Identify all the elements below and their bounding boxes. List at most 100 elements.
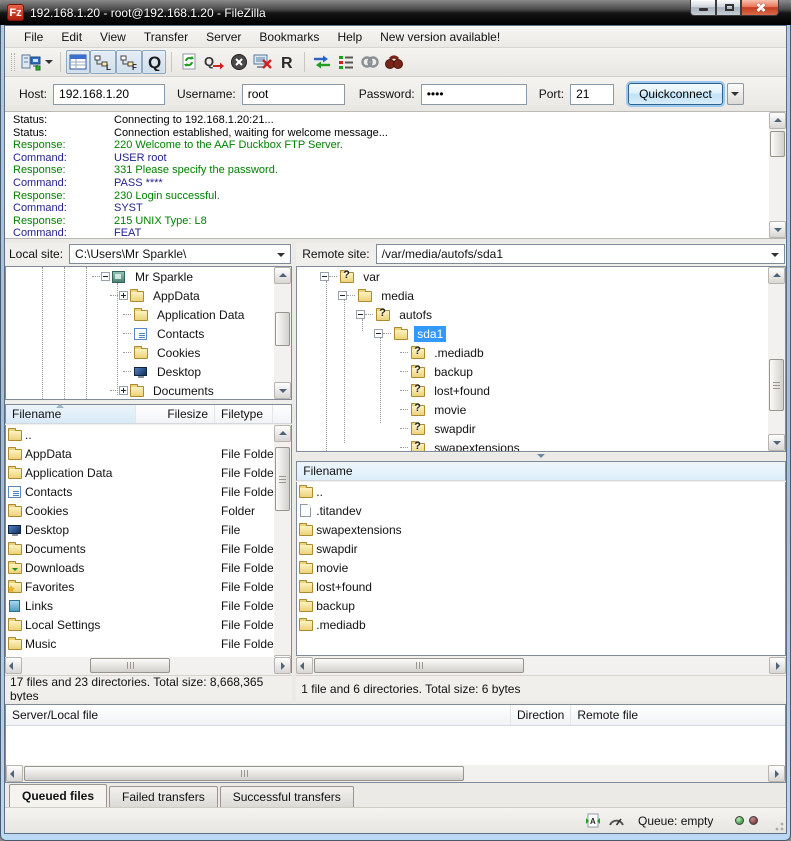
reconnect-button[interactable]: R: [275, 50, 299, 74]
collapse-icon[interactable]: [101, 272, 110, 281]
synchronized-browsing-button[interactable]: [358, 50, 382, 74]
transfer-type-icon[interactable]: A: [585, 813, 601, 829]
quickconnect-dropdown-button[interactable]: [727, 83, 744, 105]
refresh-button[interactable]: [177, 50, 201, 74]
collapse-icon[interactable]: [356, 310, 365, 319]
column-filename[interactable]: Filename: [6, 405, 136, 423]
tree-item[interactable]: AppData: [6, 286, 291, 305]
column-server-local-file[interactable]: Server/Local file: [6, 705, 511, 725]
file-row[interactable]: DownloadsFile Folder: [6, 558, 291, 577]
file-row[interactable]: MusicFile Folder: [6, 634, 291, 653]
directory-filter-button[interactable]: [334, 50, 358, 74]
file-row[interactable]: .titandev: [297, 501, 785, 520]
toggle-remote-tree-button[interactable]: F: [116, 50, 142, 74]
remote-site-combobox[interactable]: /var/media/autofs/sda1: [376, 244, 785, 264]
remote-tree-scrollbar[interactable]: [768, 267, 785, 451]
tree-item[interactable]: swapextensions: [297, 438, 785, 452]
tab-failed-transfers[interactable]: Failed transfers: [109, 786, 218, 807]
scrollbar-thumb[interactable]: [24, 766, 464, 781]
menu-edit[interactable]: Edit: [52, 28, 91, 46]
file-row[interactable]: DocumentsFile Folder: [6, 539, 291, 558]
file-row[interactable]: ..: [297, 482, 785, 501]
scrollbar-thumb[interactable]: [90, 658, 170, 673]
tab-queued-files[interactable]: Queued files: [9, 784, 107, 807]
log-scrollbar[interactable]: [769, 112, 786, 238]
menu-file[interactable]: File: [15, 28, 52, 46]
file-row[interactable]: swapextensions: [297, 520, 785, 539]
local-list-scrollbar[interactable]: [274, 425, 291, 672]
tree-item[interactable]: backup: [297, 362, 785, 381]
menu-bookmarks[interactable]: Bookmarks: [250, 28, 328, 46]
title-bar[interactable]: Fz 192.168.1.20 - root@192.168.1.20 - Fi…: [0, 0, 791, 25]
tab-successful-transfers[interactable]: Successful transfers: [220, 786, 354, 807]
host-input[interactable]: [53, 84, 165, 105]
toggle-queue-button[interactable]: Q: [142, 50, 166, 74]
queue-hscrollbar[interactable]: [6, 765, 785, 782]
tree-item[interactable]: swapdir: [297, 419, 785, 438]
tree-item[interactable]: movie: [297, 400, 785, 419]
collapse-icon[interactable]: [374, 329, 383, 338]
column-direction[interactable]: Direction: [511, 705, 571, 725]
username-input[interactable]: [242, 84, 345, 105]
resize-grip[interactable]: [772, 819, 784, 831]
local-tree-scrollbar[interactable]: [274, 267, 291, 399]
compare-directories-button[interactable]: [310, 50, 334, 74]
minimize-button[interactable]: [690, 0, 716, 16]
tree-item[interactable]: var: [297, 267, 785, 286]
menu-help[interactable]: Help: [328, 28, 371, 46]
toggle-local-tree-button[interactable]: L: [90, 50, 116, 74]
file-row[interactable]: AppDataFile Folder: [6, 444, 291, 463]
collapse-icon[interactable]: [320, 272, 329, 281]
password-input[interactable]: [421, 84, 527, 105]
scrollbar-thumb[interactable]: [770, 131, 785, 157]
tree-item[interactable]: Cookies: [6, 343, 291, 362]
scroll-down-arrow[interactable]: [769, 221, 786, 238]
file-row[interactable]: Application DataFile Folder: [6, 463, 291, 482]
column-filesize[interactable]: Filesize: [136, 405, 215, 423]
tree-item[interactable]: Documents: [6, 381, 291, 400]
file-row[interactable]: Local SettingsFile Folder: [6, 615, 291, 634]
file-row[interactable]: lost+found: [297, 577, 785, 596]
tree-item[interactable]: sda1: [297, 324, 785, 343]
process-queue-button[interactable]: Q: [201, 50, 227, 74]
tree-item[interactable]: .mediadb: [297, 343, 785, 362]
file-row[interactable]: backup: [297, 596, 785, 615]
disconnect-button[interactable]: [251, 50, 275, 74]
collapse-splitter[interactable]: [296, 453, 786, 461]
find-files-button[interactable]: [382, 50, 406, 74]
port-input[interactable]: [570, 84, 614, 105]
file-row[interactable]: DesktopFile: [6, 520, 291, 539]
local-list-hscrollbar[interactable]: [5, 657, 291, 674]
quickconnect-button[interactable]: Quickconnect: [628, 83, 723, 105]
expand-icon[interactable]: [119, 386, 128, 395]
menu-transfer[interactable]: Transfer: [135, 28, 197, 46]
file-row[interactable]: swapdir: [297, 539, 785, 558]
tree-item[interactable]: media: [297, 286, 785, 305]
file-row[interactable]: LinksFile Folder: [6, 596, 291, 615]
scrollbar-thumb[interactable]: [275, 447, 290, 511]
site-manager-button[interactable]: [19, 50, 43, 74]
scroll-up-arrow[interactable]: [769, 112, 786, 129]
column-filetype[interactable]: Filetype: [215, 405, 273, 423]
tree-item[interactable]: Contacts: [6, 324, 291, 343]
file-row[interactable]: ..: [6, 425, 291, 444]
site-manager-dropdown-icon[interactable]: [45, 60, 53, 68]
scrollbar-thumb[interactable]: [275, 312, 290, 346]
cancel-button[interactable]: [227, 50, 251, 74]
tree-item[interactable]: lost+found: [297, 381, 785, 400]
menu-view[interactable]: View: [91, 28, 135, 46]
file-row[interactable]: .mediadb: [297, 615, 785, 634]
file-row[interactable]: movie: [297, 558, 785, 577]
file-row[interactable]: FavoritesFile Folder: [6, 577, 291, 596]
tree-item[interactable]: Application Data: [6, 305, 291, 324]
file-row[interactable]: ContactsFile Folder: [6, 482, 291, 501]
column-remote-file[interactable]: Remote file: [571, 705, 785, 725]
selected-tree-item[interactable]: sda1: [414, 326, 446, 342]
close-button[interactable]: [741, 0, 779, 16]
tree-item[interactable]: Mr Sparkle: [6, 267, 291, 286]
maximize-button[interactable]: [716, 0, 741, 16]
toggle-message-log-button[interactable]: [66, 50, 90, 74]
scrollbar-thumb[interactable]: [314, 658, 524, 673]
toolbar-grip[interactable]: [11, 53, 15, 71]
file-row[interactable]: CookiesFolder: [6, 501, 291, 520]
